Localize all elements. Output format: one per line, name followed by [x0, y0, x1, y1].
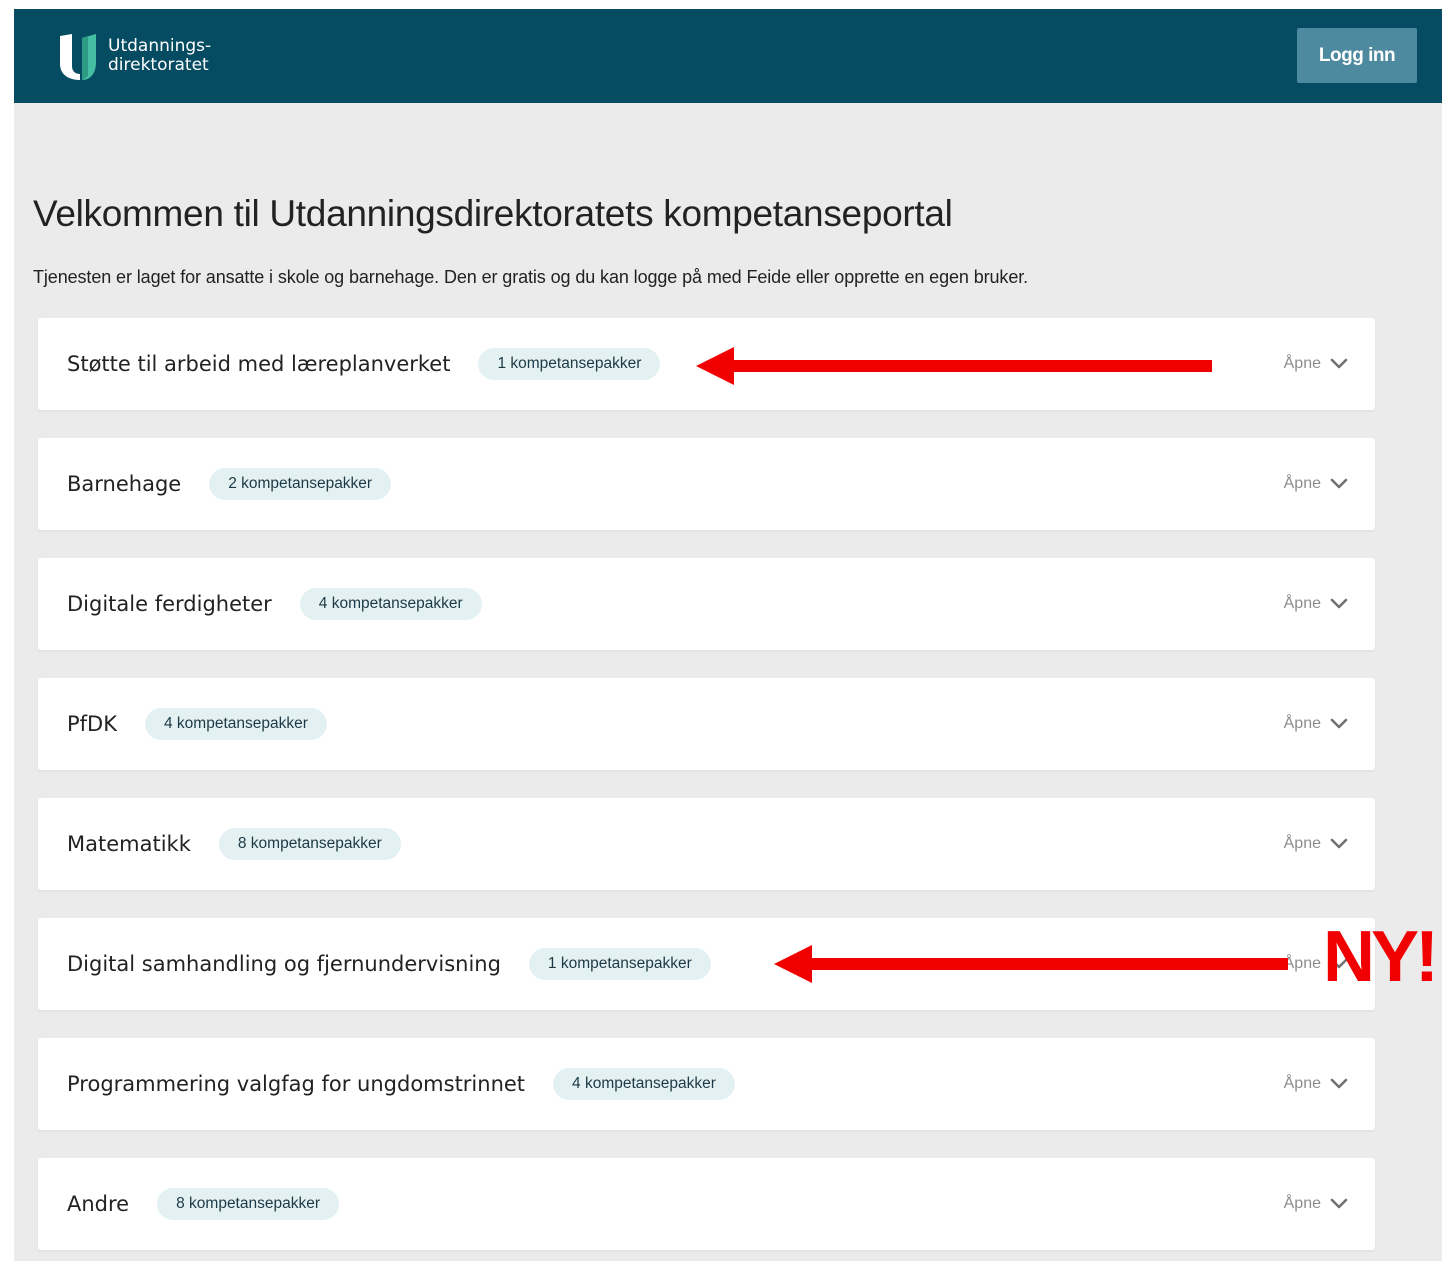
package-count-badge: 1 kompetansepakker: [478, 348, 661, 380]
expand-toggle[interactable]: Åpne: [1284, 798, 1348, 890]
logo-line-2: direktoratet: [108, 55, 209, 75]
intro-text: Tjenesten er laget for ansatte i skole o…: [33, 267, 1029, 287]
package-count-badge: 4 kompetansepakker: [145, 708, 327, 740]
login-button[interactable]: Logg inn: [1297, 28, 1417, 83]
new-annotation-label: NY!: [1323, 917, 1439, 997]
top-bar: Utdannings- direktoratet Logg inn: [14, 9, 1442, 103]
chevron-down-icon: [1330, 478, 1348, 489]
category-label: Digital samhandling og fjernundervisning: [67, 952, 501, 976]
chevron-down-icon: [1330, 1078, 1348, 1089]
category-card[interactable]: Digitale ferdigheter 4 kompetansepakker Åp…: [38, 558, 1375, 650]
category-card[interactable]: Programmering valgfag for ungdomstrinnet…: [38, 1038, 1375, 1130]
expand-toggle-label: Åpne: [1283, 595, 1321, 612]
chevron-down-icon: [1330, 718, 1348, 729]
category-header: PfDK 4 kompetansepakker: [67, 678, 327, 770]
category-label: Matematikk: [67, 832, 191, 856]
expand-toggle[interactable]: Åpne: [1284, 1038, 1348, 1130]
category-header: Matematikk 8 kompetansepakker: [67, 798, 401, 890]
category-header: Støtte til arbeid med læreplanverket 1 ko…: [67, 318, 661, 410]
package-count-badge: 1 kompetansepakker: [528, 948, 711, 980]
category-label: PfDK: [67, 712, 117, 736]
expand-toggle[interactable]: Åpne: [1284, 558, 1348, 650]
package-count-badge: 4 kompetansepakker: [299, 588, 482, 620]
category-card[interactable]: Barnehage 2 kompetansepakker Åpne: [38, 438, 1375, 530]
expand-toggle[interactable]: Åpne: [1284, 318, 1348, 410]
category-header: Andre 8 kompetansepakker: [67, 1158, 339, 1250]
chevron-down-icon: [1330, 358, 1348, 369]
expand-toggle[interactable]: Åpne: [1284, 678, 1348, 770]
category-header: Digitale ferdigheter 4 kompetansepakker: [67, 558, 482, 650]
logo[interactable]: Utdannings- direktoratet: [58, 31, 211, 81]
page-frame: Utdannings- direktoratet Logg inn Velkom…: [14, 9, 1442, 1261]
category-label: Andre: [67, 1192, 130, 1216]
annotation-arrow-1: [696, 347, 1212, 385]
expand-toggle-label: Åpne: [1283, 835, 1321, 852]
category-card[interactable]: Andre 8 kompetansepakker Åpne: [38, 1158, 1375, 1250]
package-count-badge: 8 kompetansepakker: [218, 828, 401, 860]
udir-logo-icon: [60, 34, 96, 80]
package-count-badge: 2 kompetansepakker: [209, 468, 392, 500]
chevron-down-icon: [1330, 598, 1348, 609]
category-label: Digitale ferdigheter: [67, 592, 272, 616]
expand-toggle-label: Åpne: [1283, 1195, 1321, 1212]
logo-wordmark: Utdannings- direktoratet: [108, 37, 211, 75]
expand-toggle-label: Åpne: [1283, 715, 1321, 732]
chevron-down-icon: [1330, 838, 1348, 849]
annotation-arrow-2: [774, 945, 1288, 983]
logo-line-1: Utdannings-: [108, 36, 212, 56]
category-header: Digital samhandling og fjernundervisning…: [67, 918, 711, 1010]
expand-toggle[interactable]: Åpne: [1284, 1158, 1348, 1250]
category-label: Barnehage: [67, 472, 182, 496]
expand-toggle-label: Åpne: [1283, 475, 1321, 492]
category-card[interactable]: Matematikk 8 kompetansepakker Åpne: [38, 798, 1375, 890]
expand-toggle-label: Åpne: [1283, 1075, 1321, 1092]
category-label: Programmering valgfag for ungdomstrinnet: [67, 1072, 526, 1096]
category-label: Støtte til arbeid med læreplanverket: [67, 352, 451, 376]
package-count-badge: 8 kompetansepakker: [157, 1188, 339, 1220]
expand-toggle-label: Åpne: [1283, 355, 1321, 372]
expand-toggle[interactable]: Åpne: [1284, 438, 1348, 530]
page-title: Velkommen til Utdanningsdirektoratets ko…: [33, 193, 953, 234]
category-header: Programmering valgfag for ungdomstrinnet…: [67, 1038, 735, 1130]
category-card[interactable]: PfDK 4 kompetansepakker Åpne: [38, 678, 1375, 770]
category-header: Barnehage 2 kompetansepakker: [67, 438, 392, 530]
chevron-down-icon: [1330, 1198, 1348, 1209]
package-count-badge: 4 kompetansepakker: [553, 1068, 735, 1100]
